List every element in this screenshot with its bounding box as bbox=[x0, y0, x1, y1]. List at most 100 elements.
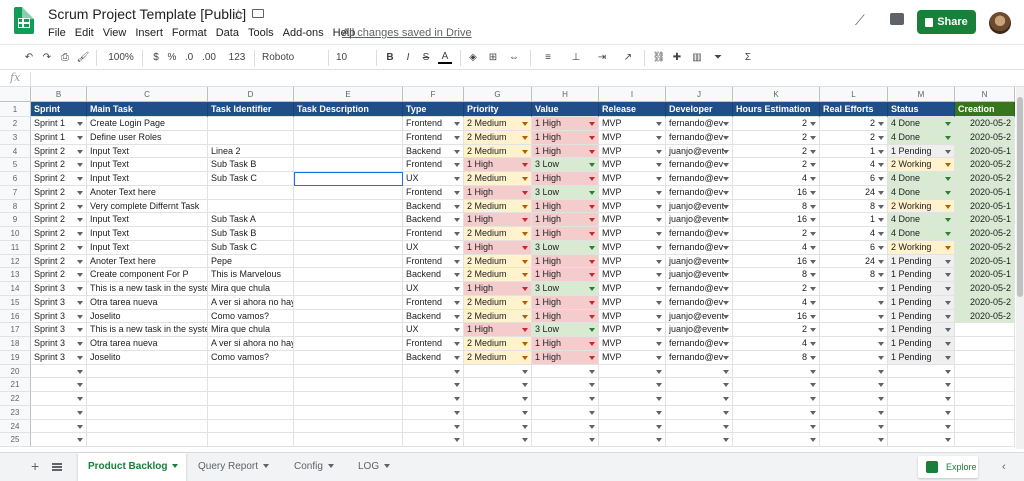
table-cell[interactable]: Frontend bbox=[403, 254, 464, 269]
chevron-down-icon[interactable] bbox=[589, 300, 595, 305]
table-cell[interactable] bbox=[666, 378, 733, 392]
row-header[interactable]: 18 bbox=[0, 337, 31, 351]
table-cell[interactable]: 1 High bbox=[532, 295, 599, 310]
share-button[interactable]: Share bbox=[917, 10, 976, 34]
row-header[interactable]: 15 bbox=[0, 295, 31, 310]
select-all-corner[interactable] bbox=[0, 87, 31, 102]
tab-config[interactable]: Config bbox=[284, 453, 346, 481]
table-cell[interactable] bbox=[294, 240, 403, 255]
chevron-down-icon[interactable] bbox=[810, 273, 816, 278]
table-cell[interactable]: Sprint 3 bbox=[31, 295, 87, 310]
table-cell[interactable] bbox=[31, 405, 87, 420]
table-cell[interactable] bbox=[955, 392, 1015, 406]
table-cell[interactable] bbox=[208, 130, 294, 145]
insert-comment-icon[interactable]: ✚ bbox=[670, 50, 684, 66]
table-cell[interactable]: juanjo@event bbox=[666, 323, 733, 337]
table-cell[interactable] bbox=[820, 364, 888, 379]
table-cell[interactable]: juanjo@event bbox=[666, 309, 733, 324]
table-cell[interactable] bbox=[820, 433, 888, 447]
chevron-down-icon[interactable] bbox=[454, 342, 460, 346]
table-cell[interactable]: 2020-05-2 bbox=[955, 172, 1015, 186]
row-header[interactable]: 4 bbox=[0, 144, 31, 159]
chevron-down-icon[interactable] bbox=[723, 135, 729, 140]
chevron-down-icon[interactable] bbox=[77, 273, 83, 278]
insert-link-icon[interactable]: ⛓ bbox=[652, 50, 666, 66]
chevron-down-icon[interactable] bbox=[172, 464, 179, 469]
table-cell[interactable]: Linea 2 bbox=[208, 144, 294, 159]
table-cell[interactable] bbox=[87, 378, 208, 392]
chevron-down-icon[interactable] bbox=[723, 287, 729, 291]
chevron-down-icon[interactable] bbox=[810, 287, 816, 291]
chevron-down-icon[interactable] bbox=[723, 177, 729, 181]
table-cell[interactable]: Frontend bbox=[403, 337, 464, 351]
chevron-down-icon[interactable] bbox=[77, 190, 83, 195]
chevron-down-icon[interactable] bbox=[454, 232, 460, 236]
add-sheet-icon[interactable]: + bbox=[31, 458, 39, 474]
table-cell[interactable] bbox=[532, 392, 599, 406]
chevron-down-icon[interactable] bbox=[656, 369, 662, 374]
table-cell[interactable] bbox=[294, 158, 403, 172]
table-cell[interactable]: Sprint 3 bbox=[31, 323, 87, 337]
chevron-down-icon[interactable] bbox=[810, 300, 816, 305]
table-cell[interactable]: Sprint 1 bbox=[31, 117, 87, 131]
table-cell[interactable] bbox=[294, 282, 403, 296]
chevron-down-icon[interactable] bbox=[656, 204, 662, 209]
chevron-down-icon[interactable] bbox=[723, 149, 729, 154]
row-header[interactable]: 13 bbox=[0, 268, 31, 282]
font-size-select[interactable]: 10 bbox=[336, 50, 366, 66]
table-cell[interactable] bbox=[820, 309, 888, 324]
chevron-down-icon[interactable] bbox=[589, 410, 595, 415]
table-cell[interactable]: 8 bbox=[733, 268, 820, 282]
chevron-down-icon[interactable] bbox=[589, 369, 595, 374]
table-cell[interactable] bbox=[294, 405, 403, 420]
chevron-down-icon[interactable] bbox=[522, 300, 528, 305]
chevron-down-icon[interactable] bbox=[77, 149, 83, 154]
table-cell[interactable]: Sub Task B bbox=[208, 227, 294, 241]
table-cell[interactable] bbox=[733, 378, 820, 392]
chevron-down-icon[interactable] bbox=[810, 438, 816, 443]
chevron-down-icon[interactable] bbox=[77, 122, 83, 126]
chevron-down-icon[interactable] bbox=[656, 300, 662, 305]
table-cell[interactable]: MVP bbox=[599, 185, 666, 200]
table-cell[interactable]: juanjo@event bbox=[666, 144, 733, 159]
table-cell[interactable]: 2 bbox=[733, 158, 820, 172]
table-cell[interactable]: 4 Done bbox=[888, 130, 955, 145]
chevron-down-icon[interactable] bbox=[454, 397, 460, 401]
column-header-k[interactable]: K bbox=[733, 87, 820, 102]
chevron-down-icon[interactable] bbox=[589, 328, 595, 333]
row-header[interactable]: 6 bbox=[0, 172, 31, 186]
table-cell[interactable]: 1 High bbox=[464, 213, 532, 227]
column-header-e[interactable]: E bbox=[294, 87, 403, 102]
chevron-down-icon[interactable] bbox=[878, 397, 884, 401]
table-cell[interactable]: 2020-05-2 bbox=[955, 227, 1015, 241]
table-cell[interactable] bbox=[294, 350, 403, 365]
table-cell[interactable] bbox=[888, 405, 955, 420]
chevron-down-icon[interactable] bbox=[589, 177, 595, 181]
table-cell[interactable] bbox=[888, 392, 955, 406]
table-cell[interactable]: 2 Medium bbox=[464, 254, 532, 269]
table-cell[interactable]: Mira que chula bbox=[208, 323, 294, 337]
chevron-down-icon[interactable] bbox=[656, 177, 662, 181]
tab-product-backlog[interactable]: Product Backlog bbox=[78, 453, 186, 481]
italic-button[interactable]: I bbox=[402, 50, 414, 66]
table-cell[interactable] bbox=[820, 419, 888, 434]
chevron-down-icon[interactable] bbox=[77, 342, 83, 346]
table-cell[interactable]: MVP bbox=[599, 309, 666, 324]
table-cell[interactable]: 1 High bbox=[464, 282, 532, 296]
chevron-down-icon[interactable] bbox=[945, 149, 951, 154]
table-cell[interactable]: Input Text bbox=[87, 144, 208, 159]
table-cell[interactable] bbox=[464, 378, 532, 392]
table-cell[interactable]: MVP bbox=[599, 323, 666, 337]
chevron-down-icon[interactable] bbox=[945, 328, 951, 333]
menu-file[interactable]: File bbox=[48, 27, 66, 39]
percent-format-button[interactable]: % bbox=[166, 50, 178, 66]
table-cell[interactable]: 2 Working bbox=[888, 199, 955, 214]
table-cell[interactable] bbox=[820, 350, 888, 365]
chevron-down-icon[interactable] bbox=[454, 122, 460, 126]
table-cell[interactable]: 2 Medium bbox=[464, 350, 532, 365]
table-cell[interactable] bbox=[294, 419, 403, 434]
table-cell[interactable]: fernando@ev bbox=[666, 350, 733, 365]
chevron-down-icon[interactable] bbox=[945, 314, 951, 319]
chevron-down-icon[interactable] bbox=[945, 122, 951, 126]
table-cell[interactable]: 1 High bbox=[464, 323, 532, 337]
